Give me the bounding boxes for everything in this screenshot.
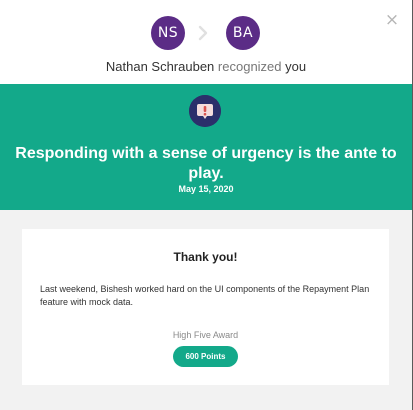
points-badge: 600 Points <box>173 346 238 367</box>
giver-avatar: NS <box>151 16 185 50</box>
close-icon[interactable]: × <box>384 12 400 29</box>
giver-name[interactable]: Nathan Schrauben <box>106 59 214 74</box>
recognition-summary: Nathan Schrauben recognized you <box>0 59 412 74</box>
card-message: Last weekend, Bishesh worked hard on the… <box>40 284 370 307</box>
recognition-modal: × NS BA Nathan Schrauben recognized you … <box>0 0 412 410</box>
recipient-text: you <box>285 59 307 74</box>
award-name: High Five Award <box>172 330 239 340</box>
chevron-right-icon <box>198 25 208 41</box>
recognition-date: May 15, 2020 <box>178 184 234 194</box>
recipient-avatar: BA <box>226 16 260 50</box>
action-text: recognized <box>217 59 282 74</box>
value-statement: Responding with a sense of urgency is th… <box>15 145 397 182</box>
message-card: Thank you! Last weekend, Bishesh worked … <box>22 229 389 385</box>
alert-badge-icon <box>189 95 221 127</box>
card-title: Thank you! <box>173 250 238 264</box>
